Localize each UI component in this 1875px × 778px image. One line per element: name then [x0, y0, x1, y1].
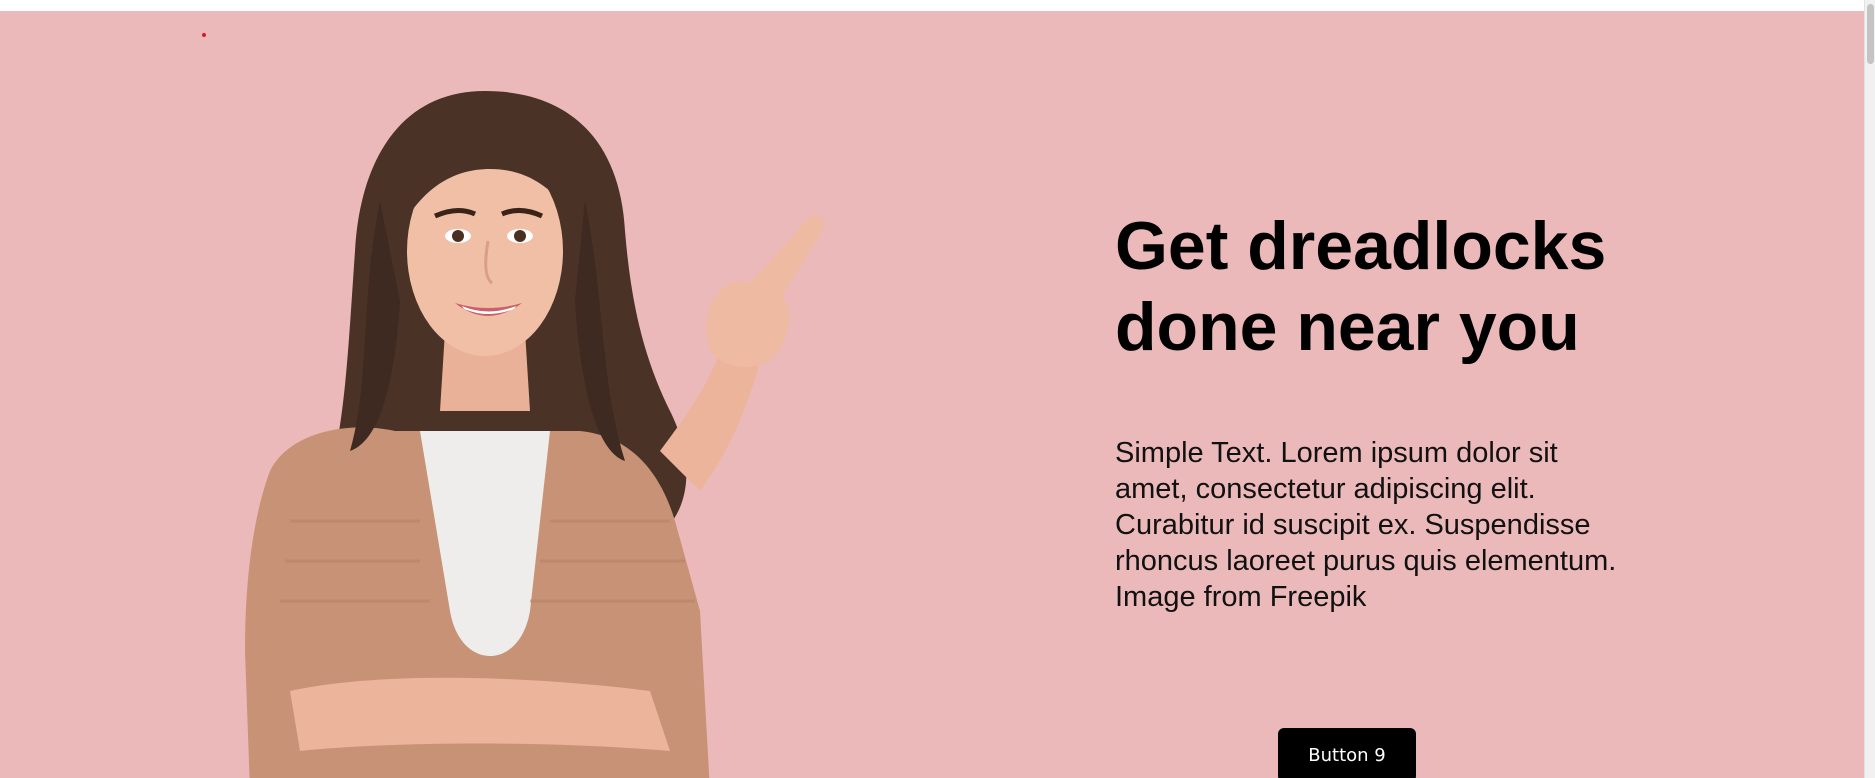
top-bar [0, 0, 1875, 11]
woman-pointing-photo [245, 91, 824, 778]
hero-section: Get dreadlocks done near you Simple Text… [0, 11, 1864, 778]
page-scrollbar[interactable] [1864, 0, 1875, 778]
marker-dot [202, 33, 206, 37]
page: Get dreadlocks done near you Simple Text… [0, 0, 1875, 778]
hero-headline: Get dreadlocks done near you [1115, 208, 1607, 365]
scrollbar-thumb[interactable] [1867, 4, 1874, 64]
hero-body-text: Simple Text. Lorem ipsum dolor sit amet,… [1115, 437, 1617, 613]
cta-button[interactable]: Button 9 [1278, 728, 1416, 778]
